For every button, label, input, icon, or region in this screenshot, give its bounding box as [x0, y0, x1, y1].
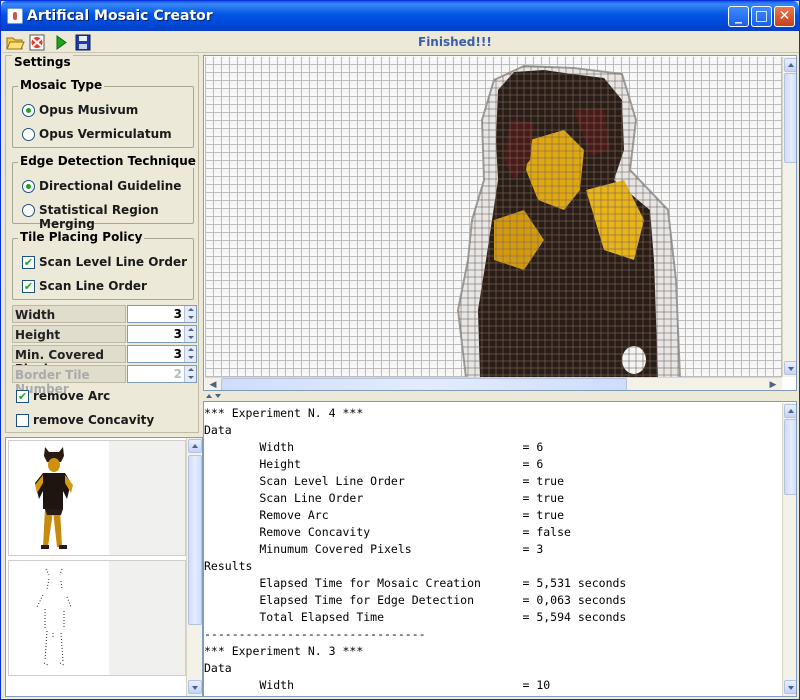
title-bar[interactable]: Artifical Mosaic Creator _ □ ✕ — [1, 1, 799, 31]
maximize-icon: □ — [754, 8, 769, 24]
min-covered-pixels-spinner[interactable]: 3 — [127, 345, 197, 363]
close-button[interactable]: ✕ — [774, 6, 795, 27]
log-line: *** Experiment N. 4 *** — [204, 406, 364, 420]
console-scroll-thumb[interactable] — [784, 419, 796, 495]
log-line: Remove Arc = true — [204, 508, 565, 522]
checkbox-remove-concavity[interactable] — [16, 414, 29, 427]
play-icon[interactable] — [51, 33, 71, 52]
app-icon — [7, 8, 23, 24]
log-line: *** Experiment N. 3 *** — [204, 644, 364, 658]
settings-title: Settings — [12, 55, 73, 69]
spinner-arrows-icon[interactable] — [184, 306, 196, 322]
option-opus-vermiculatum-label: Opus Vermiculatum — [39, 127, 172, 141]
scroll-thumb[interactable] — [188, 455, 202, 625]
spinner-arrows-icon — [184, 366, 196, 382]
checkbox-scan-line-order[interactable]: ✔ — [22, 280, 35, 293]
log-line: Remove Concavity = false — [204, 525, 571, 539]
log-line: Width = 6 — [204, 440, 544, 454]
toolbar: Finished!!! — [3, 32, 799, 53]
log-line: Scan Level Line Order = true — [204, 474, 565, 488]
thumbnail-edge-image[interactable] — [8, 560, 186, 676]
app-window: Artifical Mosaic Creator _ □ ✕ Finished!… — [0, 0, 800, 700]
min-covered-pixels-value: 3 — [173, 347, 182, 361]
console-scroll-up-icon[interactable] — [784, 404, 796, 418]
stop-cancel-icon[interactable] — [27, 33, 47, 52]
thumbnail-source-image[interactable] — [8, 440, 186, 556]
checkbox-scan-level-line-order[interactable]: ✔ — [22, 256, 35, 269]
border-tile-number-label: Border Tile Number — [12, 365, 126, 396]
spinner-arrows-icon[interactable] — [184, 346, 196, 362]
viewer-scroll-right-icon[interactable]: ▶ — [766, 378, 780, 390]
checkbox-remove-arc[interactable]: ✔ — [16, 390, 29, 403]
mosaic-viewer[interactable]: ◀ ▶ — [203, 55, 797, 391]
split-pane-divider[interactable] — [203, 392, 797, 400]
scan-line-order-label: Scan Line Order — [39, 279, 147, 293]
woman-figure-image — [9, 441, 109, 555]
viewer-scroll-left-icon[interactable]: ◀ — [206, 378, 220, 390]
viewer-scroll-up-icon[interactable] — [784, 58, 796, 72]
edge-map-image — [9, 561, 109, 675]
left-panel: Settings Mosaic Type Opus Musivum Opus V… — [5, 55, 203, 697]
viewer-vertical-scrollbar[interactable] — [782, 57, 796, 377]
option-statistical-region-merging-label: Statistical Region Merging — [39, 203, 159, 231]
console-scroll-down-icon[interactable] — [784, 680, 796, 694]
log-line: Data — [204, 423, 232, 437]
radio-directional-guideline[interactable] — [22, 180, 35, 193]
border-tile-number-spinner: 2 — [127, 365, 197, 383]
width-spinner[interactable]: 3 — [127, 305, 197, 323]
remove-arc-label: remove Arc — [33, 389, 111, 403]
option-directional-guideline-label: Directional Guideline — [39, 179, 182, 193]
log-line: Elapsed Time for Edge Detection = 0,063 … — [204, 593, 627, 607]
height-spinner[interactable]: 3 — [127, 325, 197, 343]
tile-placing-policy-title: Tile Placing Policy — [18, 230, 145, 244]
viewer-vertical-thumb[interactable] — [784, 73, 796, 163]
height-value: 3 — [173, 327, 182, 341]
width-label: Width — [12, 305, 126, 323]
log-line: Data — [204, 661, 232, 675]
minimize-button[interactable]: _ — [728, 6, 749, 27]
width-value: 3 — [173, 307, 182, 321]
mosaic-figure-image — [456, 64, 682, 378]
log-line: Scan Line Order = true — [204, 491, 565, 505]
min-covered-pixels-label: Min. Covered Pixels — [12, 345, 126, 376]
log-line: Minumum Covered Pixels = 3 — [204, 542, 544, 556]
status-text: Finished!!! — [418, 35, 492, 49]
maximize-button[interactable]: □ — [751, 6, 772, 27]
log-line: Total Elapsed Time = 5,594 seconds — [204, 610, 627, 624]
scroll-up-arrow-icon[interactable] — [188, 439, 202, 453]
minimize-icon: _ — [735, 8, 742, 24]
viewer-scroll-down-icon[interactable] — [784, 361, 796, 375]
collapse-arrows-icon[interactable] — [205, 392, 225, 400]
log-line: Height = 6 — [204, 457, 544, 471]
spinner-arrows-icon[interactable] — [184, 326, 196, 342]
height-label: Height — [12, 325, 126, 343]
thumbnail-list[interactable] — [5, 437, 203, 697]
radio-statistical-region-merging[interactable] — [22, 204, 35, 217]
log-line: -------------------------------- — [204, 627, 426, 641]
window-title: Artifical Mosaic Creator — [27, 8, 213, 24]
remove-concavity-label: remove Concavity — [33, 413, 155, 427]
log-line: Elapsed Time for Mosaic Creation = 5,531… — [204, 576, 627, 590]
save-disk-icon[interactable] — [73, 33, 93, 52]
mosaic-type-title: Mosaic Type — [18, 78, 105, 92]
viewer-horizontal-scrollbar[interactable]: ◀ ▶ — [205, 377, 782, 390]
radio-opus-vermiculatum[interactable] — [22, 128, 35, 141]
thumbnail-scrollbar[interactable] — [186, 438, 202, 696]
settings-panel: Settings Mosaic Type Opus Musivum Opus V… — [5, 55, 199, 433]
radio-opus-musivum[interactable] — [22, 104, 35, 117]
folder-open-icon[interactable] — [5, 33, 25, 52]
option-opus-musivum-label: Opus Musivum — [39, 103, 139, 117]
edge-detection-title: Edge Detection Technique — [18, 154, 198, 168]
scan-level-line-order-label: Scan Level Line Order — [39, 255, 187, 269]
border-tile-number-value: 2 — [173, 367, 182, 381]
viewer-horizontal-thumb[interactable] — [221, 378, 627, 390]
log-line: Width = 10 — [204, 678, 551, 692]
log-line: Results — [204, 559, 253, 573]
scroll-down-arrow-icon[interactable] — [188, 680, 202, 694]
close-icon: ✕ — [778, 8, 791, 24]
experiment-log-console[interactable]: *** Experiment N. 4 *** Data Width = 6 He… — [203, 401, 797, 697]
console-scrollbar[interactable] — [782, 403, 796, 696]
